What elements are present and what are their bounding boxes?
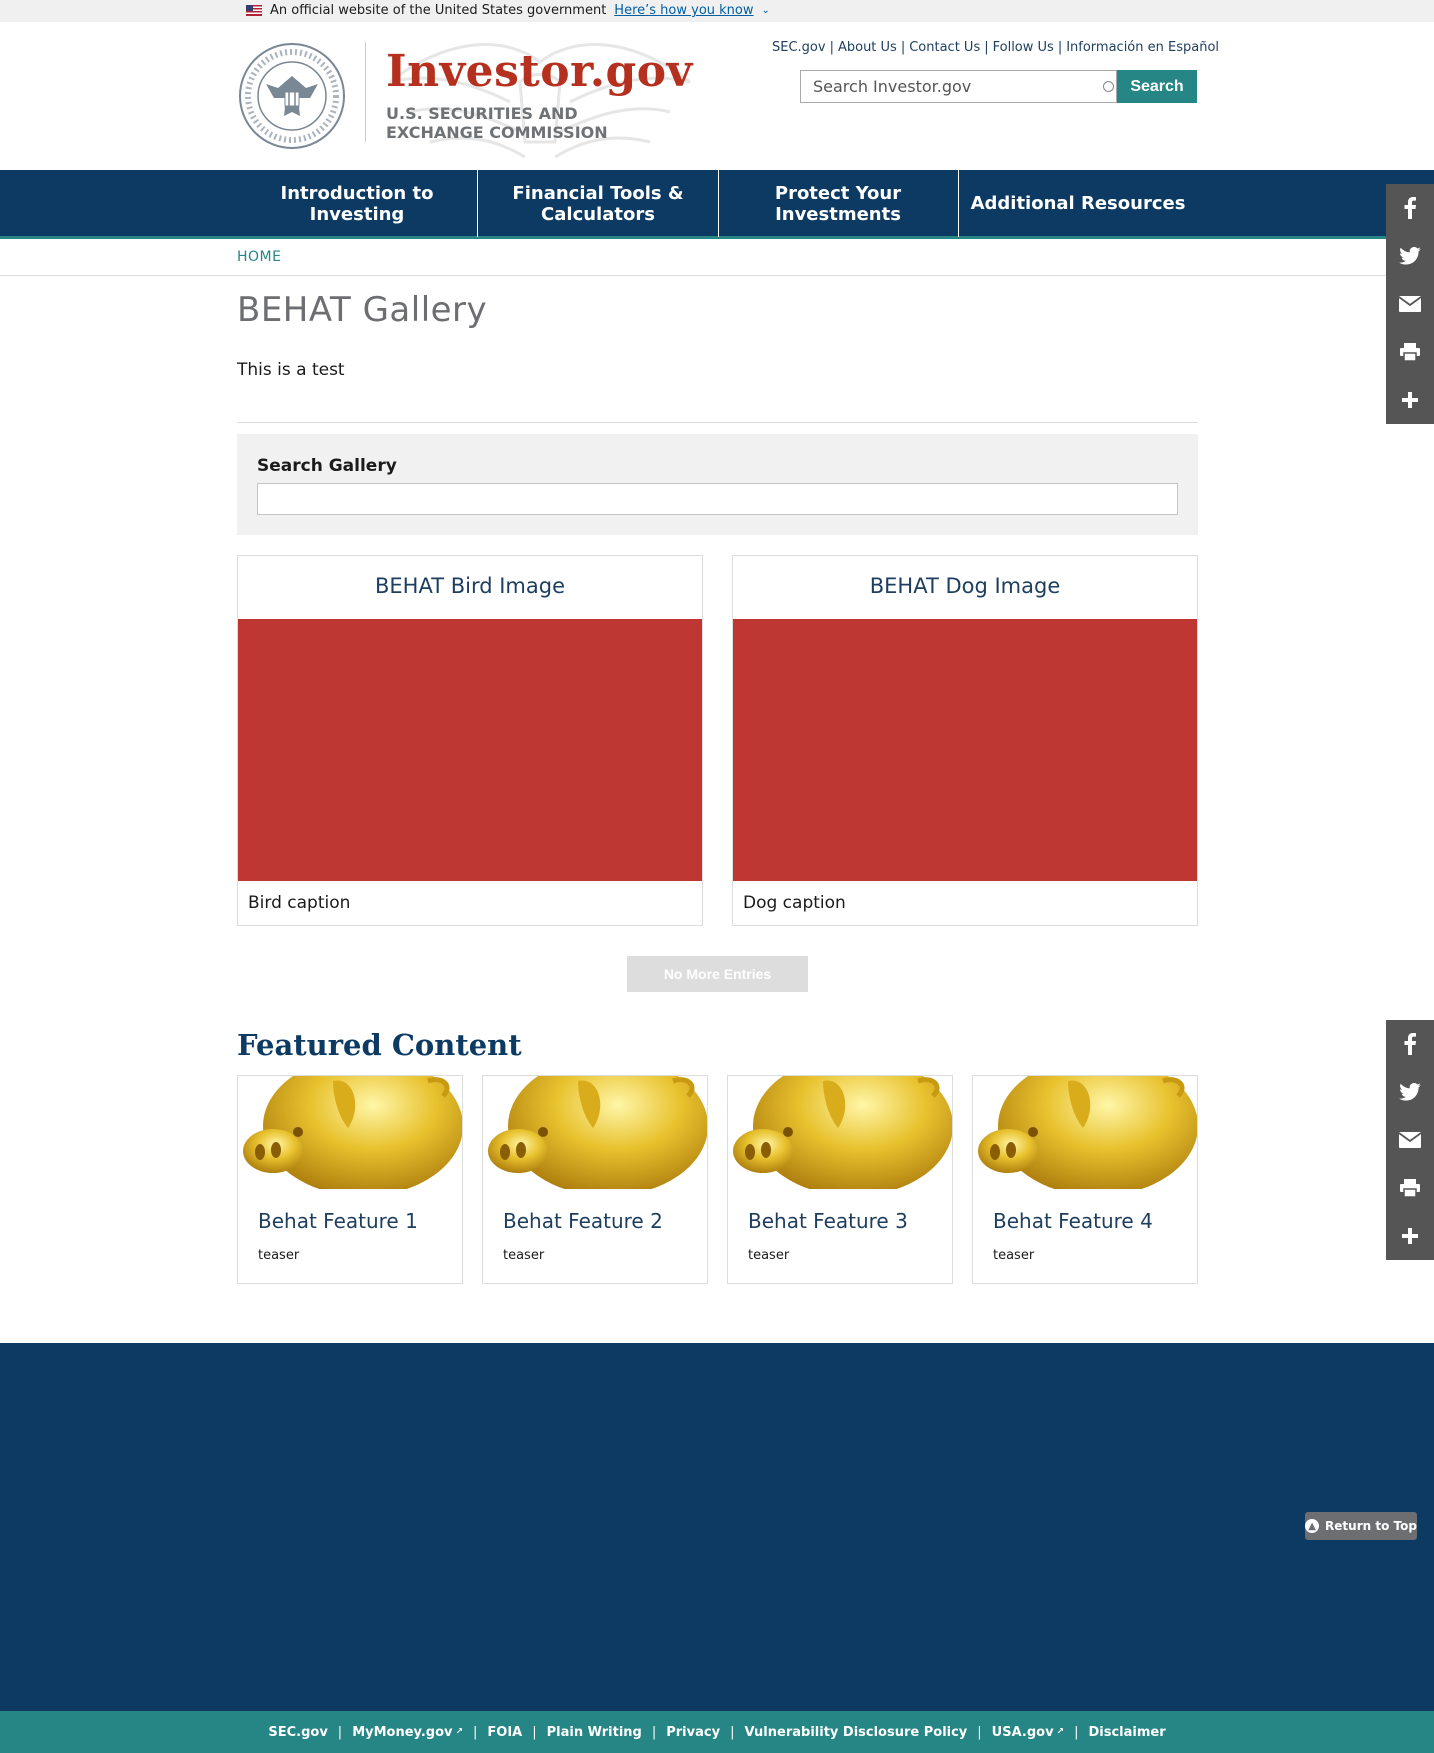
footer-link-foia[interactable]: FOIA xyxy=(487,1725,522,1740)
page-intro: This is a test xyxy=(237,360,345,380)
featured-card-title[interactable]: Behat Feature 1 xyxy=(258,1209,418,1233)
gov-banner-text: An official website of the United States… xyxy=(270,3,607,18)
sub-footer-links: SEC.gov | MyMoney.gov ↗ | FOIA | Plain Writi… xyxy=(0,1711,1434,1753)
site-logo-subtitle: U.S. SECURITIES AND EXCHANGE COMMISSION xyxy=(386,104,608,142)
featured-card-title[interactable]: Behat Feature 4 xyxy=(993,1209,1153,1233)
gallery-card[interactable]: BEHAT Dog Image Dog caption xyxy=(732,555,1198,926)
breadcrumb: HOME xyxy=(0,239,1434,276)
gallery-card-image[interactable] xyxy=(733,619,1197,881)
featured-card[interactable]: Behat Feature 2 teaser xyxy=(482,1075,708,1284)
header-divider xyxy=(365,42,366,142)
twitter-icon[interactable] xyxy=(1386,1068,1434,1116)
footer-link-privacy[interactable]: Privacy xyxy=(666,1725,720,1740)
site-search-button[interactable]: Search xyxy=(1117,70,1197,103)
footer-link-usa[interactable]: USA.gov xyxy=(992,1725,1054,1740)
breadcrumb-home-link[interactable]: HOME xyxy=(237,249,281,265)
piggy-bank-image xyxy=(483,1076,707,1189)
nav-item-tools[interactable]: Financial Tools & Calculators xyxy=(478,170,718,237)
how-you-know-link[interactable]: Here’s how you know xyxy=(614,3,753,18)
piggy-bank-image xyxy=(973,1076,1197,1189)
search-gallery-input[interactable] xyxy=(257,483,1178,515)
gov-banner: An official website of the United States… xyxy=(0,0,1434,22)
main-nav: Introduction to Investing Financial Tool… xyxy=(0,170,1434,239)
external-link-icon: ↗ xyxy=(455,1727,464,1737)
gallery-card-title[interactable]: BEHAT Bird Image xyxy=(238,574,702,598)
featured-card-teaser: teaser xyxy=(993,1248,1035,1263)
social-share-rail xyxy=(1386,1020,1434,1260)
footer-link-disclaimer[interactable]: Disclaimer xyxy=(1088,1725,1165,1740)
featured-card[interactable]: Behat Feature 1 teaser xyxy=(237,1075,463,1284)
util-link-sec[interactable]: SEC.gov xyxy=(772,40,826,55)
nav-item-intro[interactable]: Introduction to Investing xyxy=(237,170,477,237)
return-to-top-button[interactable]: ▲ Return to Top xyxy=(1305,1512,1417,1540)
util-link-about[interactable]: About Us xyxy=(838,40,897,55)
external-link-icon: ↗ xyxy=(1056,1727,1065,1737)
featured-card[interactable]: Behat Feature 4 teaser xyxy=(972,1075,1198,1284)
page-title: BEHAT Gallery xyxy=(237,290,488,330)
featured-card[interactable]: Behat Feature 3 teaser xyxy=(727,1075,953,1284)
content-divider xyxy=(237,422,1198,423)
nav-item-protect[interactable]: Protect Your Investments xyxy=(718,170,958,237)
nav-item-resources[interactable]: Additional Resources xyxy=(958,170,1198,237)
featured-card-teaser: teaser xyxy=(748,1248,790,1263)
gallery-card-image[interactable] xyxy=(238,619,702,881)
arrow-up-icon: ▲ xyxy=(1305,1519,1320,1533)
return-to-top-label: Return to Top xyxy=(1325,1519,1417,1533)
print-icon[interactable] xyxy=(1386,328,1434,376)
piggy-bank-image xyxy=(238,1076,462,1189)
social-share-rail xyxy=(1386,184,1434,424)
piggy-bank-image xyxy=(728,1076,952,1189)
gallery-card-caption: Dog caption xyxy=(743,893,846,913)
footer-link-mymoney[interactable]: MyMoney.gov xyxy=(352,1725,452,1740)
site-search-input[interactable]: Search Investor.gov xyxy=(800,70,1117,103)
util-link-espanol[interactable]: Información en Español xyxy=(1066,40,1219,55)
utility-links: SEC.gov | About Us | Contact Us | Follow Us | In… xyxy=(772,40,1220,55)
chevron-down-icon[interactable]: ⌄ xyxy=(762,5,770,16)
site-header: Investor.gov U.S. SECURITIES AND EXCHANG… xyxy=(0,22,1434,170)
facebook-icon[interactable] xyxy=(1386,1020,1434,1068)
footer-link-plain-writing[interactable]: Plain Writing xyxy=(547,1725,642,1740)
footer-link-vulnerability[interactable]: Vulnerability Disclosure Policy xyxy=(744,1725,967,1740)
search-gallery-label: Search Gallery xyxy=(257,456,397,476)
search-gallery-panel: Search Gallery xyxy=(237,434,1198,535)
search-spinner-icon xyxy=(1103,81,1114,92)
featured-card-title[interactable]: Behat Feature 3 xyxy=(748,1209,908,1233)
site-footer xyxy=(0,1343,1434,1711)
us-flag-icon xyxy=(246,5,262,16)
site-logo-title[interactable]: Investor.gov xyxy=(386,46,693,97)
featured-card-teaser: teaser xyxy=(258,1248,300,1263)
no-more-entries-button: No More Entries xyxy=(627,956,808,992)
print-icon[interactable] xyxy=(1386,1164,1434,1212)
sec-seal-icon[interactable] xyxy=(238,42,346,150)
email-icon[interactable] xyxy=(1386,280,1434,328)
util-link-contact[interactable]: Contact Us xyxy=(909,40,980,55)
email-icon[interactable] xyxy=(1386,1116,1434,1164)
footer-link-sec[interactable]: SEC.gov xyxy=(268,1725,327,1740)
twitter-icon[interactable] xyxy=(1386,232,1434,280)
featured-card-title[interactable]: Behat Feature 2 xyxy=(503,1209,663,1233)
facebook-icon[interactable] xyxy=(1386,184,1434,232)
featured-card-teaser: teaser xyxy=(503,1248,545,1263)
util-link-follow[interactable]: Follow Us xyxy=(993,40,1054,55)
gallery-card-title[interactable]: BEHAT Dog Image xyxy=(733,574,1197,598)
plus-icon[interactable] xyxy=(1386,376,1434,424)
gallery-card-caption: Bird caption xyxy=(248,893,351,913)
plus-icon[interactable] xyxy=(1386,1212,1434,1260)
gallery-card[interactable]: BEHAT Bird Image Bird caption xyxy=(237,555,703,926)
featured-heading: Featured Content xyxy=(237,1028,522,1062)
